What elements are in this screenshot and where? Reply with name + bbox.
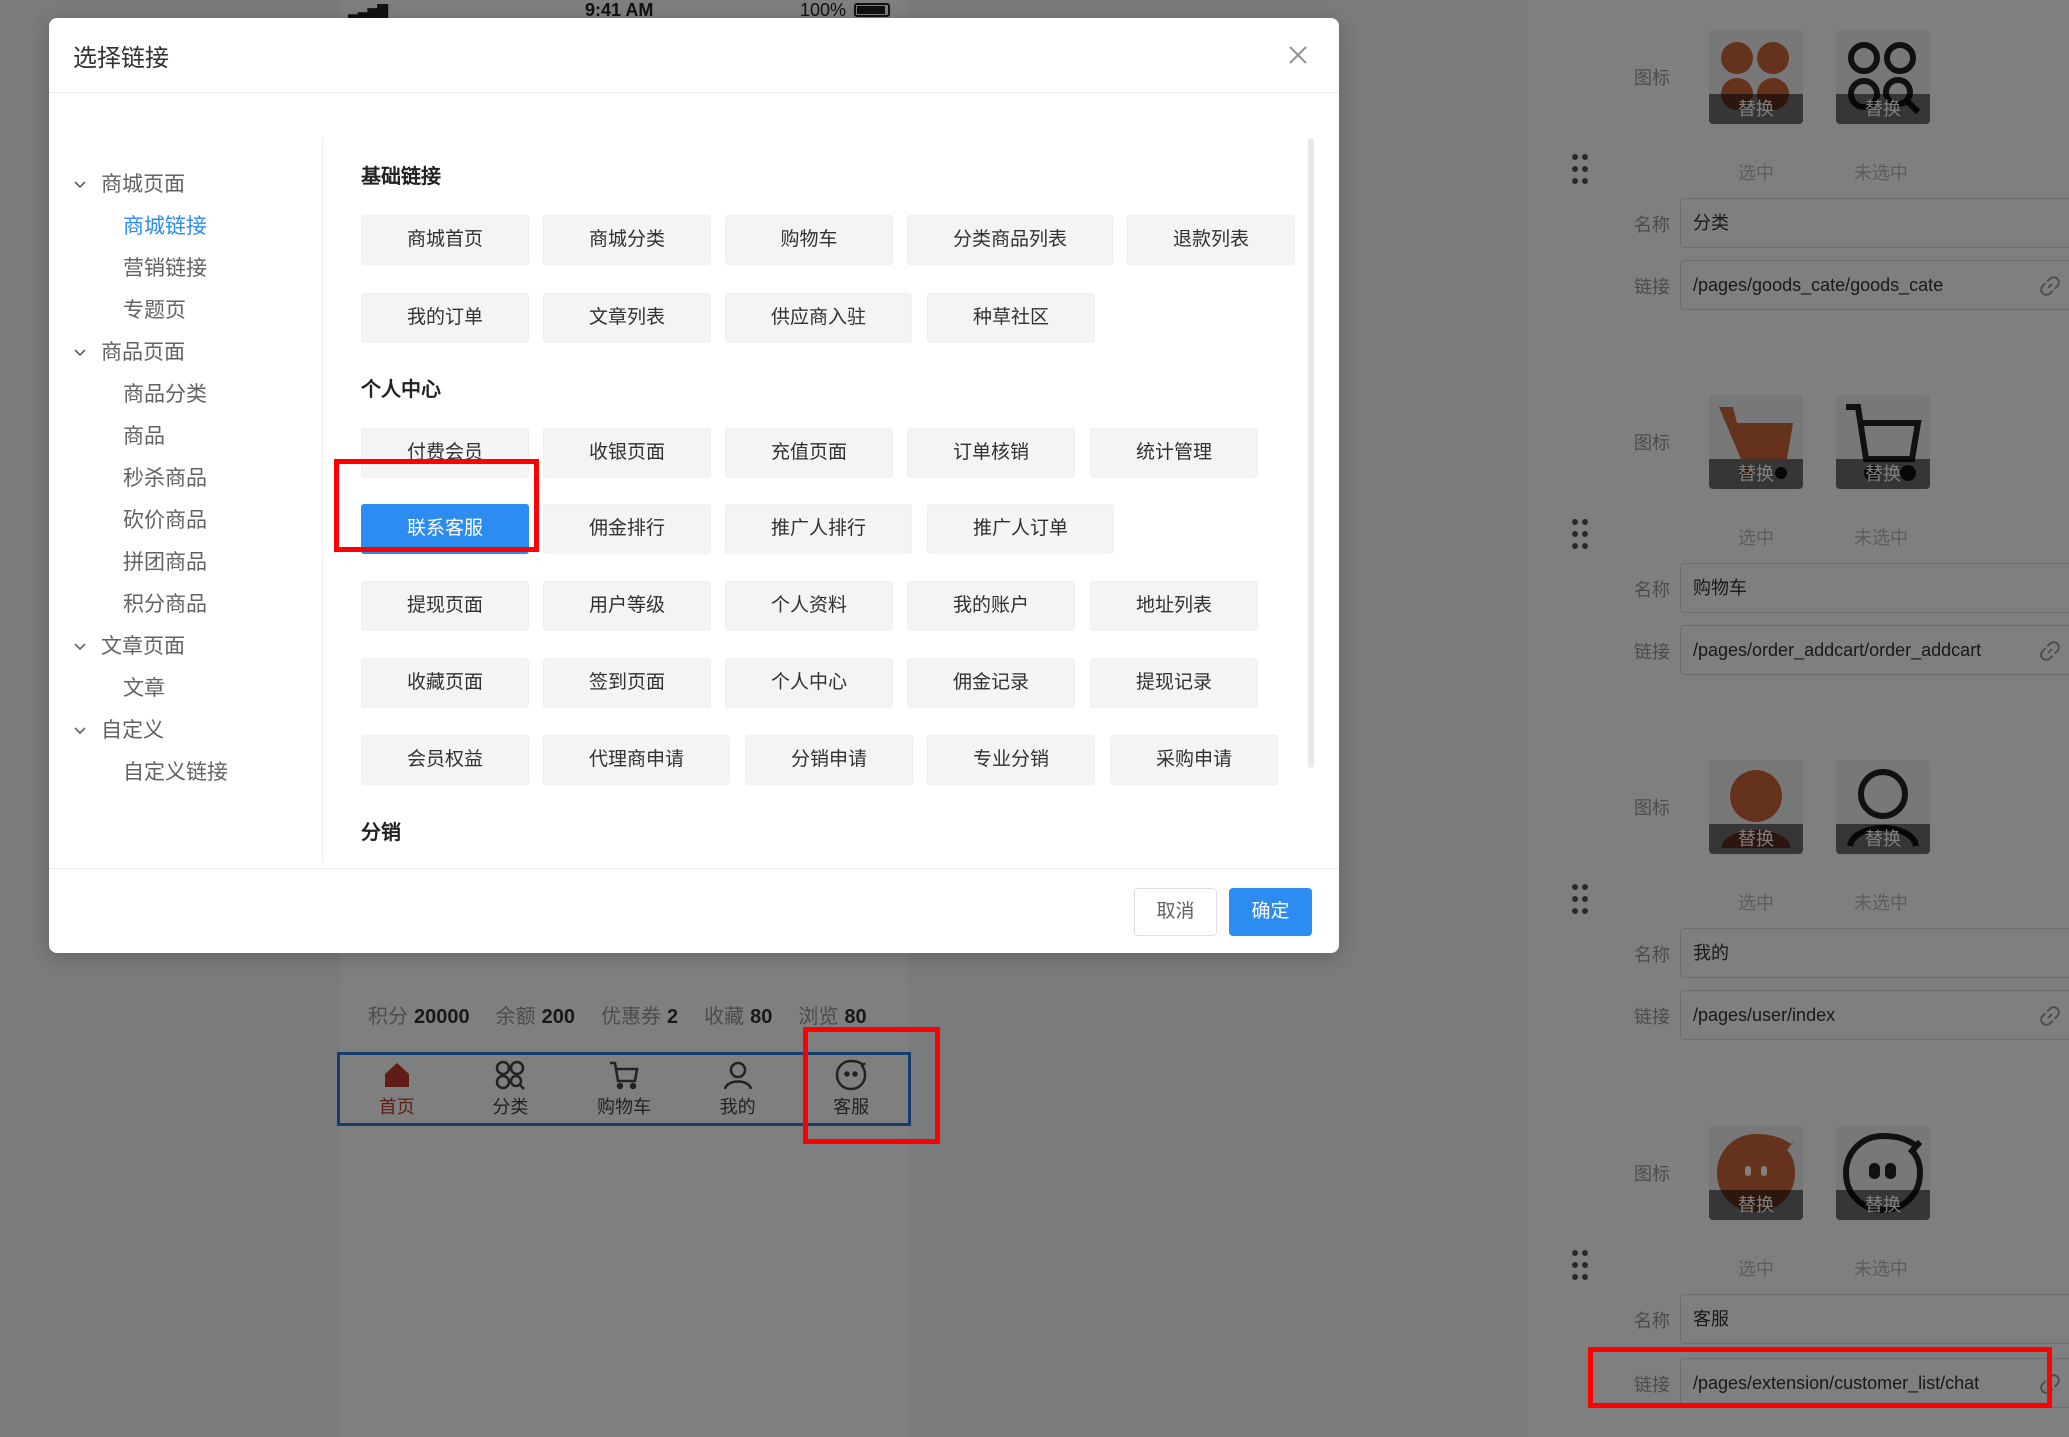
link-option[interactable]: 商城分类 — [543, 215, 711, 265]
chevron-down-icon — [73, 341, 93, 365]
link-option[interactable]: 我的账户 — [907, 581, 1075, 631]
link-option[interactable]: 购物车 — [725, 215, 893, 265]
section-title: 分销 — [361, 822, 401, 844]
link-option[interactable]: 收银页面 — [543, 428, 711, 478]
link-option[interactable]: 统计管理 — [1090, 428, 1258, 478]
dialog-header: 选择链接 — [49, 18, 1339, 93]
tree-node-mall-pages[interactable]: 商城页面 — [73, 168, 185, 198]
tree-item-marketing-links[interactable]: 营销链接 — [123, 252, 207, 282]
link-option[interactable]: 签到页面 — [543, 658, 711, 708]
link-option[interactable]: 推广人排行 — [725, 504, 912, 554]
link-option[interactable]: 充值页面 — [725, 428, 893, 478]
highlight-box-link-input — [1588, 1347, 2052, 1408]
link-option[interactable]: 分销申请 — [745, 735, 913, 785]
link-option[interactable]: 代理商申请 — [543, 735, 730, 785]
link-option[interactable]: 佣金排行 — [543, 504, 711, 554]
scrollbar[interactable] — [1308, 138, 1314, 768]
link-option[interactable]: 地址列表 — [1090, 581, 1258, 631]
tree-item-group-buy[interactable]: 拼团商品 — [123, 546, 207, 576]
highlight-box-contact-service — [334, 459, 539, 552]
tree-item-product-category[interactable]: 商品分类 — [123, 378, 207, 408]
link-category-tree: 商城页面 商城链接 营销链接 专题页 商品页面 商品分类 商品 秒杀商品 砍价商… — [73, 138, 323, 863]
cancel-button[interactable]: 取消 — [1134, 888, 1217, 936]
highlight-box-service-tab — [803, 1027, 940, 1144]
tree-item-bargain[interactable]: 砍价商品 — [123, 504, 207, 534]
link-option[interactable]: 佣金记录 — [907, 658, 1075, 708]
tree-item-flash-sale[interactable]: 秒杀商品 — [123, 462, 207, 492]
link-option[interactable]: 会员权益 — [361, 735, 529, 785]
select-link-dialog: 选择链接 商城页面 商城链接 营销链接 专题页 商品页面 商品分类 商品 秒杀商… — [49, 18, 1339, 953]
link-option[interactable]: 收藏页面 — [361, 658, 529, 708]
section-title: 基础链接 — [361, 166, 441, 188]
link-option[interactable]: 提现页面 — [361, 581, 529, 631]
link-option[interactable]: 种草社区 — [927, 293, 1095, 343]
dialog-title: 选择链接 — [73, 45, 169, 72]
link-option[interactable]: 文章列表 — [543, 293, 711, 343]
tree-item-topic-page[interactable]: 专题页 — [123, 294, 186, 324]
section-title: 个人中心 — [361, 379, 441, 401]
chevron-down-icon — [73, 635, 93, 659]
tree-item-points-product[interactable]: 积分商品 — [123, 588, 207, 618]
chevron-down-icon — [73, 173, 93, 197]
dialog-footer: 取消 确定 — [49, 868, 1339, 953]
tree-item-article[interactable]: 文章 — [123, 672, 165, 702]
tree-node-custom[interactable]: 自定义 — [73, 714, 164, 744]
tree-item-custom-link[interactable]: 自定义链接 — [123, 756, 228, 786]
link-option[interactable]: 用户等级 — [543, 581, 711, 631]
link-option[interactable]: 采购申请 — [1110, 735, 1278, 785]
link-option[interactable]: 我的订单 — [361, 293, 529, 343]
link-option[interactable]: 提现记录 — [1090, 658, 1258, 708]
link-option[interactable]: 个人中心 — [725, 658, 893, 708]
confirm-button[interactable]: 确定 — [1229, 888, 1312, 936]
link-option[interactable]: 分类商品列表 — [907, 215, 1113, 265]
link-option[interactable]: 个人资料 — [725, 581, 893, 631]
tree-item-mall-links[interactable]: 商城链接 — [123, 210, 207, 240]
chevron-down-icon — [73, 719, 93, 743]
tree-item-product[interactable]: 商品 — [123, 420, 165, 450]
link-option[interactable]: 退款列表 — [1127, 215, 1295, 265]
close-icon[interactable] — [1283, 40, 1313, 70]
tree-node-article-pages[interactable]: 文章页面 — [73, 630, 185, 660]
tree-node-product-pages[interactable]: 商品页面 — [73, 336, 185, 366]
link-option[interactable]: 商城首页 — [361, 215, 529, 265]
link-option[interactable]: 推广人订单 — [927, 504, 1114, 554]
link-option[interactable]: 订单核销 — [907, 428, 1075, 478]
link-option[interactable]: 供应商入驻 — [725, 293, 912, 343]
link-option[interactable]: 专业分销 — [927, 735, 1095, 785]
